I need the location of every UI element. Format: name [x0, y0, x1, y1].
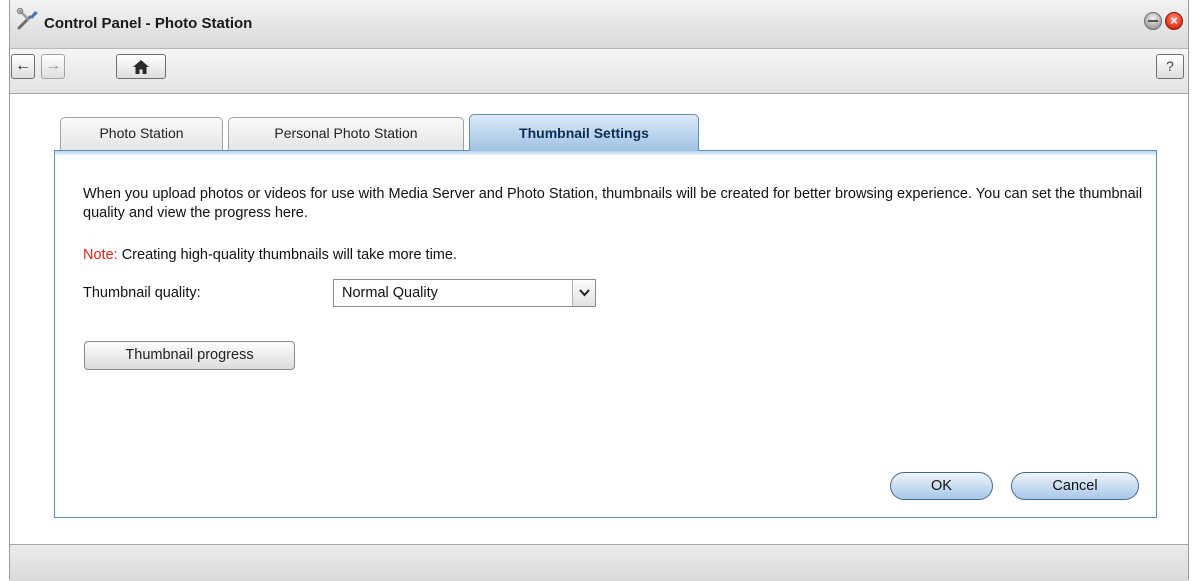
back-button[interactable]: ← [11, 54, 35, 79]
tab-photo-station[interactable]: Photo Station [60, 117, 223, 150]
home-button[interactable] [116, 54, 166, 79]
note-label: Note: [83, 247, 118, 263]
content-area: Photo Station Personal Photo Station Thu… [10, 94, 1188, 544]
chevron-down-icon[interactable] [572, 280, 595, 306]
thumbnail-settings-panel: When you upload photos or videos for use… [54, 150, 1157, 518]
help-icon: ? [1166, 58, 1174, 74]
window-title: Control Panel - Photo Station [44, 15, 253, 32]
arrow-left-icon: ← [15, 57, 31, 74]
tools-icon [16, 8, 38, 30]
close-button[interactable]: × [1165, 12, 1183, 30]
forward-button[interactable]: → [41, 54, 65, 79]
home-icon [133, 60, 149, 74]
arrow-right-icon: → [45, 57, 61, 74]
thumbnail-progress-button[interactable]: Thumbnail progress [84, 341, 295, 370]
control-panel-window: Control Panel - Photo Station × ← → ? Ph… [9, 0, 1189, 581]
title-bar: Control Panel - Photo Station × [10, 0, 1188, 49]
tab-personal-photo-station[interactable]: Personal Photo Station [228, 117, 464, 150]
note-body: Creating high-quality thumbnails will ta… [117, 247, 457, 263]
thumbnail-quality-label: Thumbnail quality: [83, 285, 201, 301]
description-text: When you upload photos or videos for use… [83, 186, 1143, 221]
thumbnail-quality-select[interactable]: Normal Quality [333, 279, 596, 307]
status-bar [10, 544, 1188, 581]
tab-thumbnail-settings[interactable]: Thumbnail Settings [469, 114, 699, 151]
ok-button[interactable]: OK [890, 472, 993, 500]
toolbar: ← → ? [10, 49, 1188, 94]
cancel-button[interactable]: Cancel [1011, 472, 1139, 500]
thumbnail-quality-value: Normal Quality [342, 285, 438, 301]
close-icon: × [1170, 13, 1178, 28]
note-text: Note: Creating high-quality thumbnails w… [83, 247, 457, 263]
minimize-button[interactable] [1144, 12, 1162, 30]
help-button[interactable]: ? [1156, 54, 1184, 79]
